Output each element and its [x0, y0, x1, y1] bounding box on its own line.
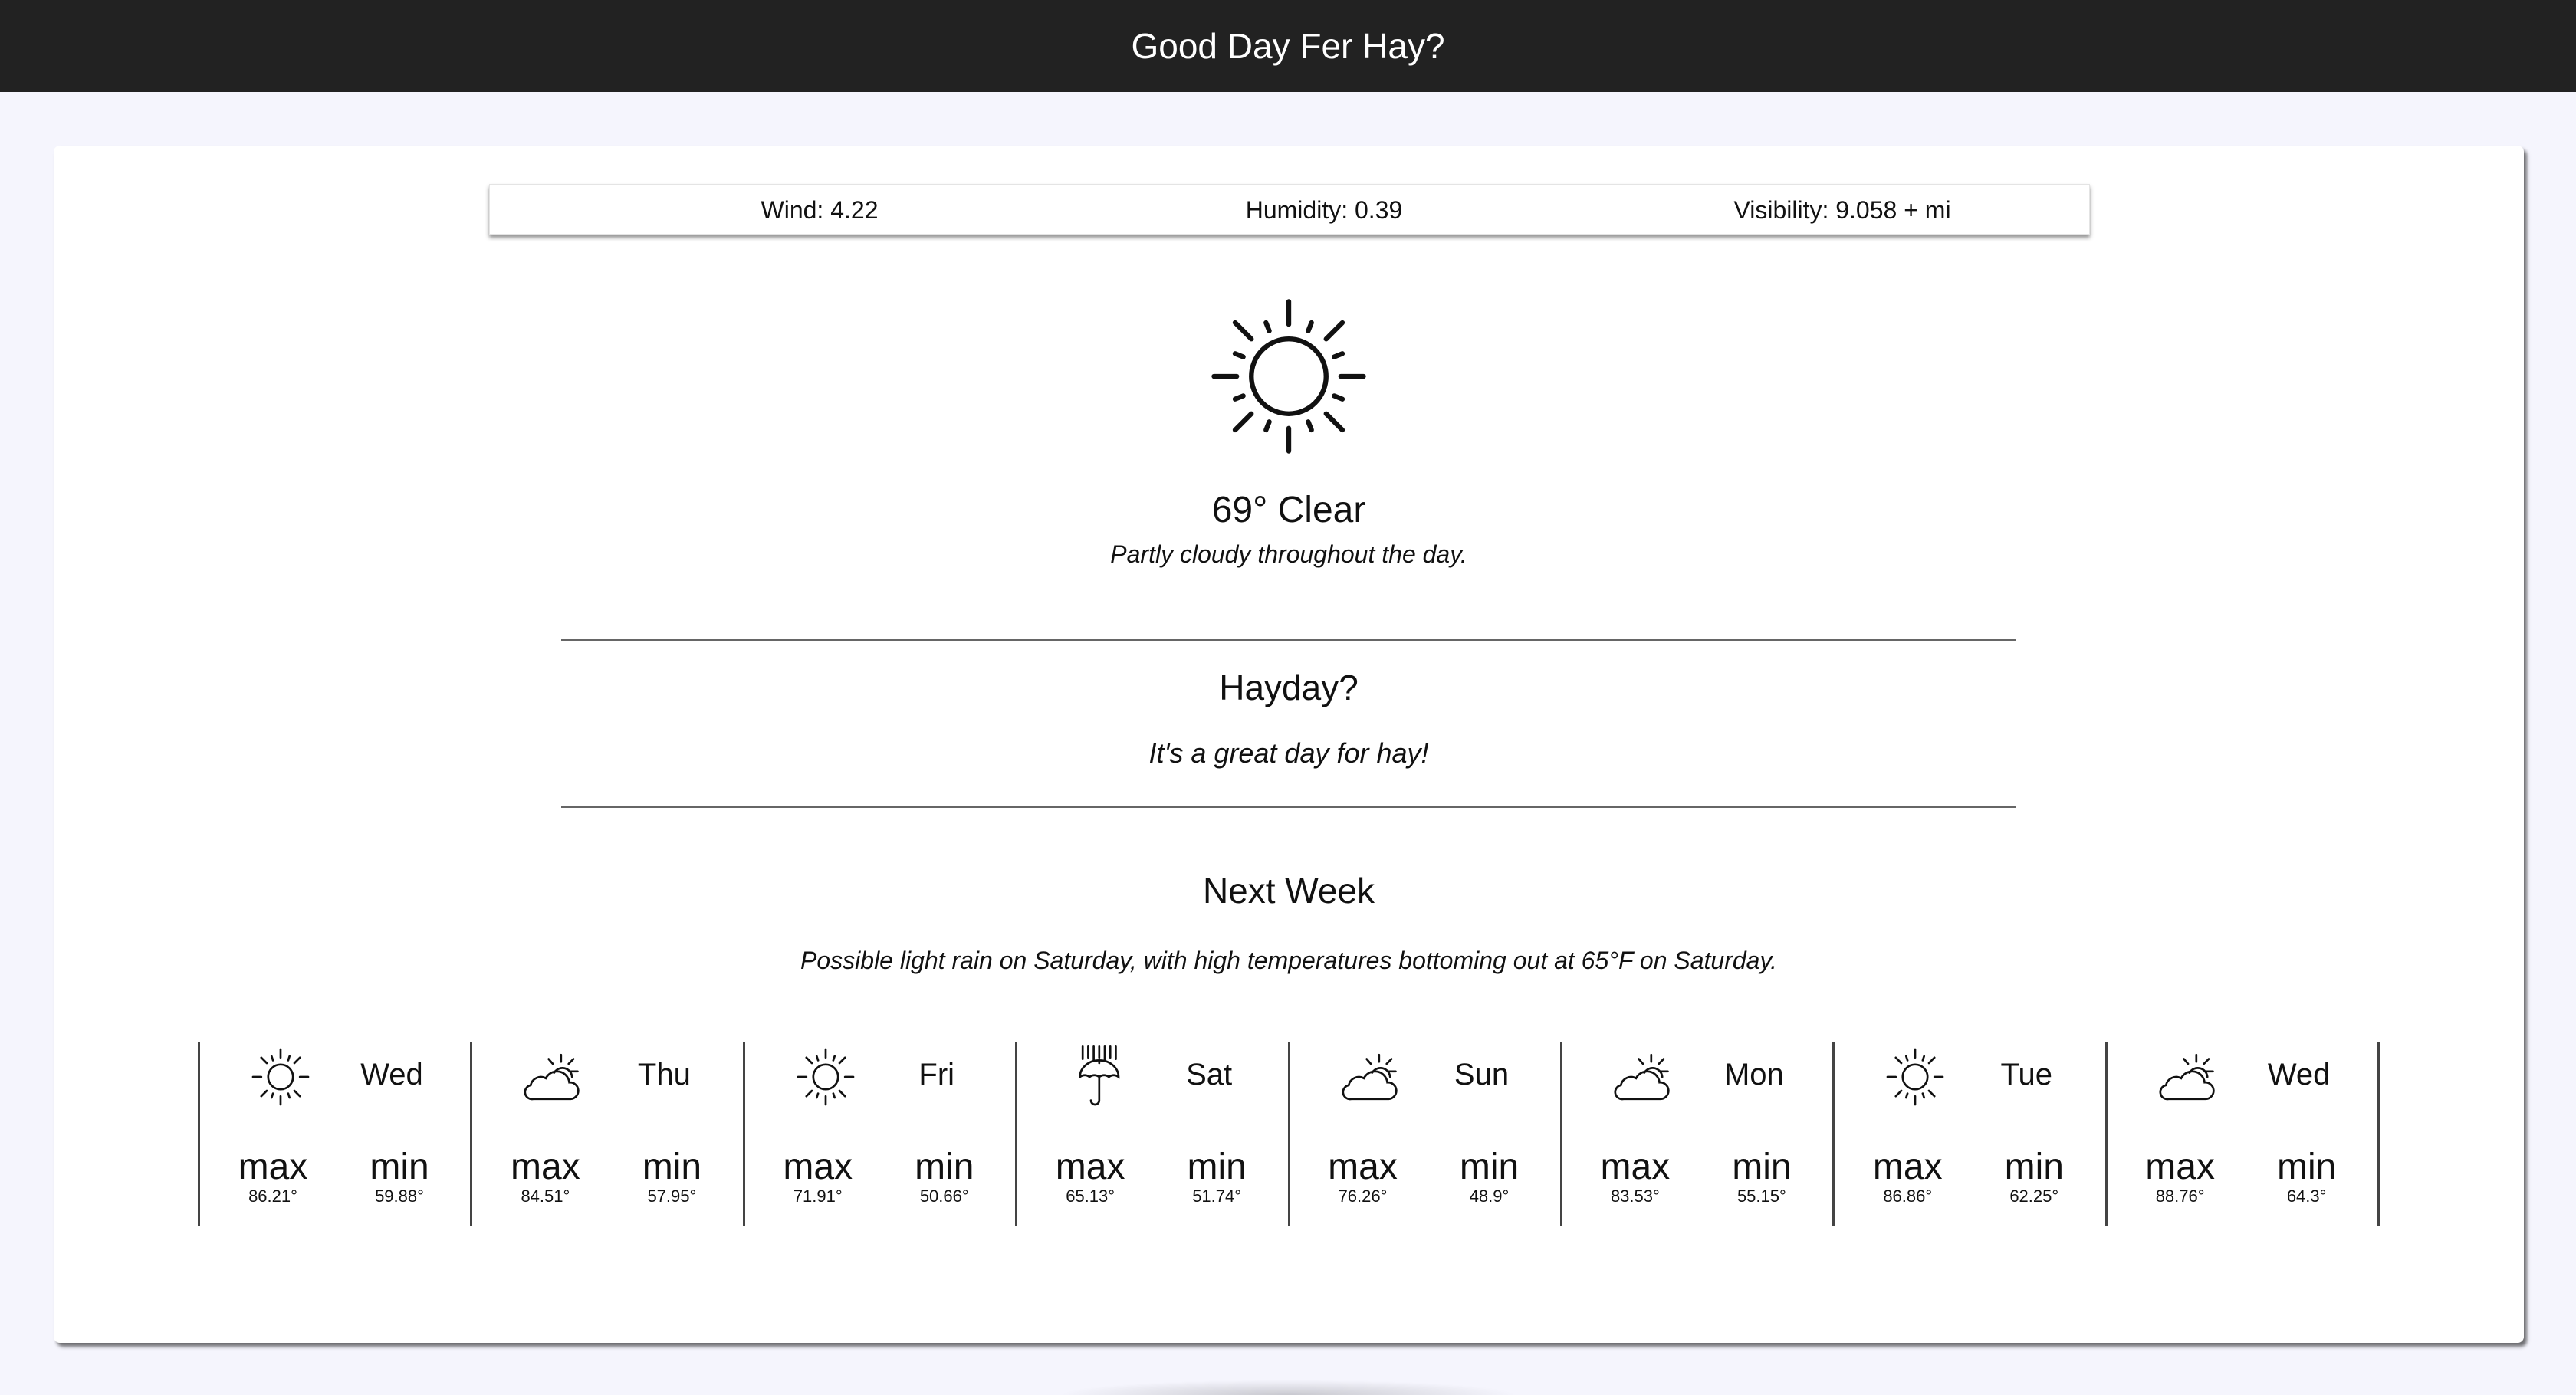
forecast-day: Fri max min 71.91° 50.66°: [745, 1042, 1018, 1226]
max-label: max: [1328, 1147, 1398, 1187]
forecast-day: Sat max min 65.13° 51.74°: [1017, 1042, 1290, 1226]
min-label: min: [1187, 1147, 1247, 1187]
day-name: Sat: [1186, 1058, 1233, 1091]
day-name: Wed: [360, 1058, 423, 1091]
wind-value: 4.22: [830, 195, 879, 224]
partly-cloudy-day-icon: [1336, 1042, 1405, 1111]
day-name: Fri: [918, 1058, 955, 1091]
clear-day-icon: [791, 1042, 860, 1111]
bottom-shadow-tab: [1058, 1380, 1518, 1395]
max-label: max: [783, 1147, 853, 1187]
min-temp: 57.95°: [647, 1187, 697, 1206]
min-temp: 64.3°: [2286, 1187, 2327, 1206]
sun-icon: [1211, 299, 1366, 454]
partly-cloudy-day-icon: [518, 1042, 587, 1111]
max-temp: 88.76°: [2155, 1187, 2205, 1206]
humidity-value: 0.39: [1354, 195, 1403, 224]
min-label: min: [642, 1147, 702, 1187]
app-title: Good Day Fer Hay?: [1131, 26, 1445, 66]
next-week-heading: Next Week: [1202, 871, 1375, 911]
divider: [561, 639, 2016, 641]
visibility-value: 9.058 + mi: [1835, 195, 1951, 224]
day-name: Mon: [1723, 1058, 1784, 1091]
clear-day-icon: [246, 1042, 315, 1111]
min-label: min: [915, 1147, 974, 1187]
wind-label: Wind:: [761, 195, 824, 224]
current-temperature: 69° Clear: [1211, 490, 1366, 530]
visibility-label: Visibility:: [1733, 195, 1829, 224]
rain-icon: [1063, 1042, 1132, 1111]
min-label: min: [1732, 1147, 1792, 1187]
max-temp: 83.53°: [1610, 1187, 1660, 1206]
forecast-day: Wed max min 88.76° 64.3°: [2108, 1042, 2380, 1226]
day-name: Wed: [2267, 1058, 2331, 1091]
daily-forecast: Wed max min 86.21° 59.88° Thu max min 84…: [198, 1042, 2380, 1226]
forecast-day: Mon max min 83.53° 55.15°: [1562, 1042, 1835, 1226]
max-label: max: [238, 1147, 308, 1187]
forecast-day: Thu max min 84.51° 57.95°: [472, 1042, 745, 1226]
max-temp: 84.51°: [521, 1187, 570, 1206]
day-name: Sun: [1454, 1058, 1510, 1091]
min-label: min: [1459, 1147, 1520, 1187]
min-label: min: [2004, 1147, 2064, 1187]
forecast-day: Tue max min 86.86° 62.25°: [1835, 1042, 2108, 1226]
day-name: Thu: [637, 1058, 691, 1091]
forecast-day: Wed max min 86.21° 59.88°: [200, 1042, 473, 1226]
max-temp: 86.86°: [1883, 1187, 1933, 1206]
wind-stat: Wind: 4.22: [628, 185, 1011, 235]
max-temp: 71.91°: [793, 1187, 843, 1206]
max-label: max: [1055, 1147, 1125, 1187]
max-temp: 76.26°: [1338, 1187, 1388, 1206]
humidity-label: Humidity:: [1245, 195, 1349, 224]
max-temp: 65.13°: [1066, 1187, 1116, 1206]
app-header: Good Day Fer Hay?: [0, 0, 2576, 92]
min-temp: 48.9°: [1469, 1187, 1510, 1206]
min-temp: 62.25°: [2009, 1187, 2059, 1206]
max-label: max: [1872, 1147, 1943, 1187]
max-label: max: [511, 1147, 580, 1187]
hayday-heading: Hayday?: [1219, 668, 1359, 707]
visibility-stat: Visibility: 9.058 + mi: [1651, 185, 2034, 235]
min-temp: 51.74°: [1192, 1187, 1242, 1206]
min-temp: 50.66°: [919, 1187, 969, 1206]
partly-cloudy-day-icon: [2154, 1042, 2223, 1111]
max-temp: 86.21°: [248, 1187, 297, 1206]
weather-card: Wind: 4.22 Humidity: 0.39 Visibility: 9.…: [54, 146, 2524, 1343]
day-name: Tue: [2000, 1058, 2052, 1091]
min-temp: 55.15°: [1737, 1187, 1786, 1206]
divider: [561, 806, 2016, 808]
min-label: min: [2276, 1147, 2337, 1187]
min-label: min: [370, 1147, 429, 1187]
max-label: max: [2145, 1147, 2215, 1187]
humidity-stat: Humidity: 0.39: [1132, 185, 1516, 235]
next-week-summary: Possible light rain on Saturday, with hi…: [800, 947, 1777, 974]
forecast-day: Sun max min 76.26° 48.9°: [1290, 1042, 1562, 1226]
partly-cloudy-day-icon: [1608, 1042, 1677, 1111]
current-summary: Partly cloudy throughout the day.: [1110, 540, 1467, 568]
clear-day-icon: [1881, 1042, 1950, 1111]
min-temp: 59.88°: [375, 1187, 424, 1206]
hayday-answer: It's a great day for hay!: [1148, 737, 1429, 769]
conditions-bar: Wind: 4.22 Humidity: 0.39 Visibility: 9.…: [489, 184, 2090, 235]
max-label: max: [1600, 1147, 1671, 1187]
